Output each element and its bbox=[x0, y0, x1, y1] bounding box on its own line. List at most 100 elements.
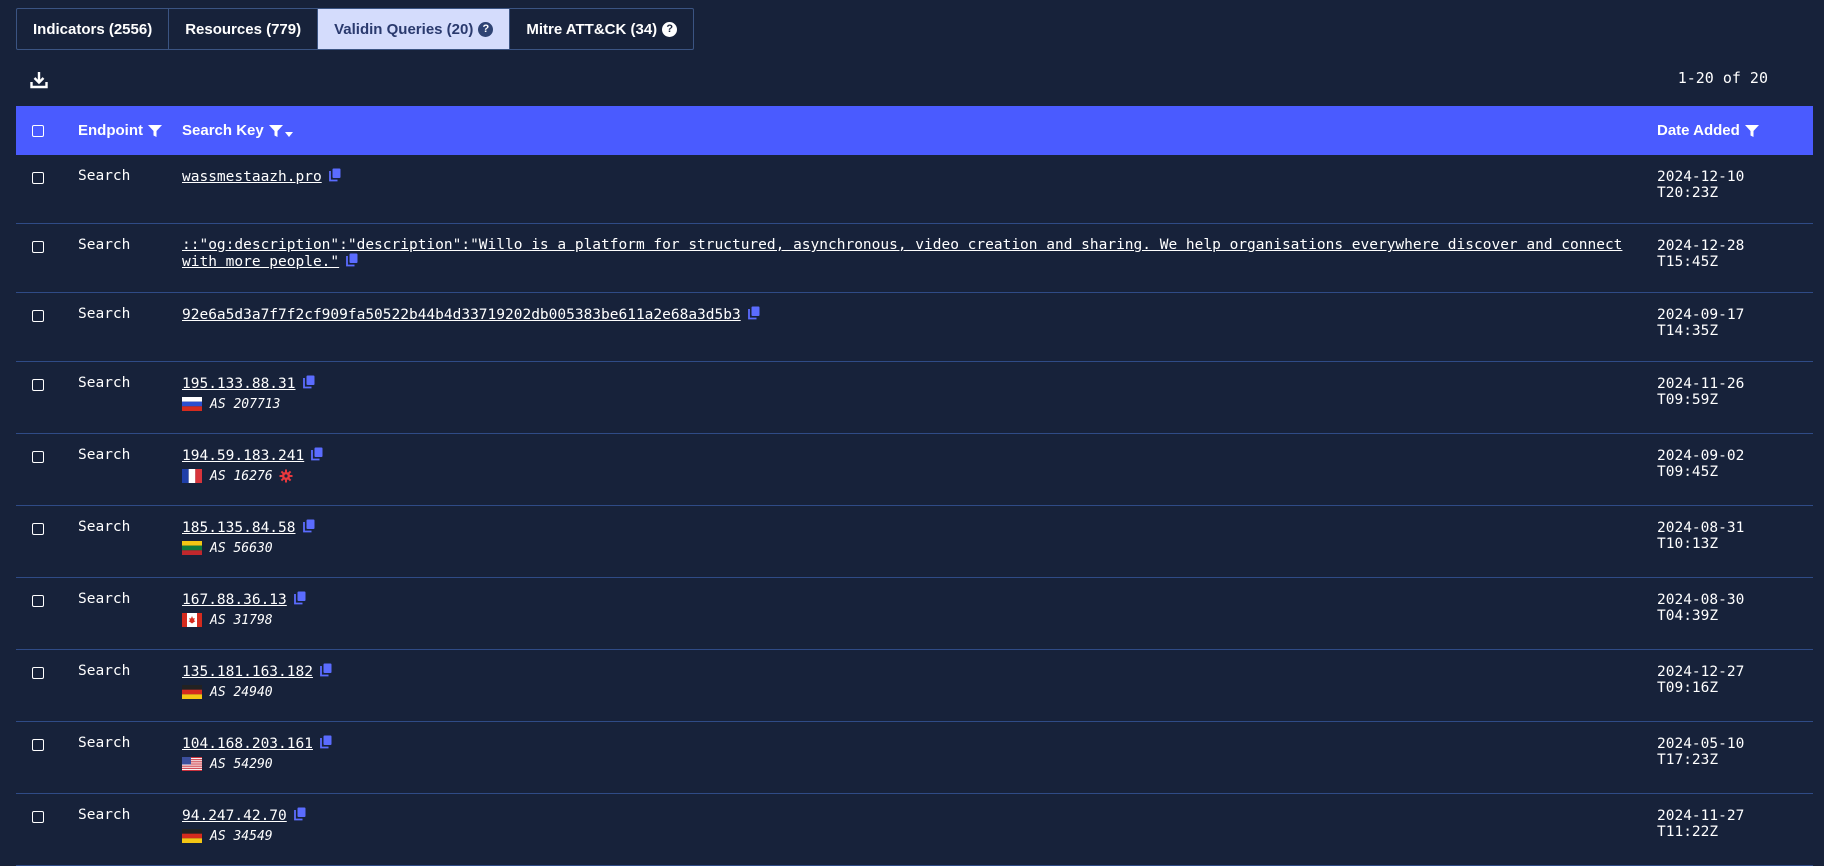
copy-icon[interactable] bbox=[747, 306, 760, 320]
row-checkbox[interactable] bbox=[32, 310, 44, 322]
flag-de-icon bbox=[182, 829, 202, 843]
column-label-search-key: Search Key bbox=[182, 122, 264, 139]
search-key-link[interactable]: wassmestaazh.pro bbox=[182, 169, 322, 185]
asn-info: AS 34549 bbox=[182, 829, 1632, 844]
filter-icon[interactable] bbox=[1744, 124, 1760, 138]
table-row[interactable]: Search 92e6a5d3a7f7f2cf909fa50522b44b4d33… bbox=[16, 293, 1813, 362]
row-checkbox[interactable] bbox=[32, 241, 44, 253]
help-icon[interactable]: ? bbox=[662, 21, 678, 37]
date-added-cell: 2024-05-10T17:23Z bbox=[1657, 736, 1745, 768]
table-row[interactable]: Search 135.181.163.182 AS 24940 2024-12-27T… bbox=[16, 650, 1813, 722]
filter-icon[interactable] bbox=[147, 124, 163, 138]
copy-icon[interactable] bbox=[320, 735, 332, 749]
copy-icon[interactable] bbox=[302, 375, 315, 389]
search-key-link[interactable]: 92e6a5d3a7f7f2cf909fa50522b44b4d33719202… bbox=[182, 307, 741, 323]
search-key-cell: 135.181.163.182 AS 24940 bbox=[182, 663, 1632, 700]
flag-fr-icon bbox=[182, 469, 202, 483]
copy-icon[interactable] bbox=[302, 519, 315, 533]
search-key-cell: wassmestaazh.pro bbox=[182, 168, 1632, 185]
tab-label: Validin Queries (20) bbox=[334, 20, 474, 38]
endpoint-cell: Search bbox=[78, 591, 131, 607]
select-all-checkbox[interactable] bbox=[32, 124, 44, 137]
help-icon[interactable]: ? bbox=[478, 21, 494, 37]
search-key-link[interactable]: 185.135.84.58 bbox=[182, 520, 296, 536]
row-checkbox[interactable] bbox=[32, 811, 44, 823]
search-key-link[interactable]: 167.88.36.13 bbox=[182, 592, 287, 608]
tab-indicators[interactable]: Indicators (2556) bbox=[17, 9, 170, 49]
row-checkbox[interactable] bbox=[32, 595, 44, 607]
endpoint-cell: Search bbox=[78, 663, 131, 679]
date-added-cell: 2024-09-17T14:35Z bbox=[1657, 307, 1745, 339]
date-added-cell: 2024-08-30T04:39Z bbox=[1657, 592, 1745, 624]
endpoint-cell: Search bbox=[78, 519, 131, 535]
flag-lt-icon bbox=[182, 541, 202, 555]
flag-us-icon bbox=[182, 757, 202, 771]
tab-validin-queries[interactable]: Validin Queries (20)? bbox=[318, 9, 511, 49]
endpoint-cell: Search bbox=[78, 447, 131, 463]
row-checkbox[interactable] bbox=[32, 523, 44, 535]
table-row[interactable]: Search wassmestaazh.pro 2024-12-10T20:23Z bbox=[16, 155, 1813, 224]
asn-label: AS 207713 bbox=[210, 396, 281, 412]
copy-icon[interactable] bbox=[346, 253, 358, 267]
search-key-link[interactable]: 195.133.88.31 bbox=[182, 376, 296, 392]
table-row[interactable]: Search::"og:description":"description":"… bbox=[16, 224, 1813, 293]
copy-icon[interactable] bbox=[320, 663, 332, 677]
search-key-cell: 185.135.84.58 AS 56630 bbox=[182, 519, 1632, 556]
table-body: Search wassmestaazh.pro 2024-12-10T20:23Z S… bbox=[16, 155, 1813, 866]
search-key-link[interactable]: 94.247.42.70 bbox=[182, 808, 287, 824]
row-checkbox[interactable] bbox=[32, 667, 44, 679]
copy-icon[interactable] bbox=[328, 168, 341, 182]
asn-label: AS 24940 bbox=[210, 684, 273, 700]
tab-label: Resources (779) bbox=[185, 20, 302, 38]
table-row[interactable]: Search 195.133.88.31 AS 207713 2024-11-26T0… bbox=[16, 362, 1813, 434]
search-key-link[interactable]: 194.59.183.241 bbox=[182, 448, 304, 464]
flag-ru-icon bbox=[182, 397, 202, 411]
flag-ca-icon bbox=[182, 613, 202, 627]
tab-resources[interactable]: Resources (779) bbox=[169, 9, 319, 49]
column-header-search-key[interactable]: Search Key bbox=[182, 106, 294, 155]
search-key-cell: 94.247.42.70 AS 34549 bbox=[182, 807, 1632, 844]
table-row[interactable]: Search 185.135.84.58 AS 56630 2024-08-31T10… bbox=[16, 506, 1813, 578]
search-key-link[interactable]: 135.181.163.182 bbox=[182, 664, 313, 680]
filter-icon[interactable] bbox=[268, 124, 284, 138]
column-label-endpoint: Endpoint bbox=[78, 122, 143, 139]
date-added-cell: 2024-12-27T09:16Z bbox=[1657, 664, 1745, 696]
queries-table: Endpoint Search Key Date Added Search was… bbox=[16, 106, 1813, 866]
column-label-date-added: Date Added bbox=[1657, 122, 1740, 139]
copy-icon[interactable] bbox=[293, 807, 306, 821]
asn-info: AS 54290 bbox=[182, 756, 1632, 772]
search-key-cell: 104.168.203.161 AS 54290 bbox=[182, 735, 1632, 772]
row-checkbox[interactable] bbox=[32, 172, 44, 184]
endpoint-cell: Search bbox=[78, 735, 131, 751]
asn-info: AS 56630 bbox=[182, 540, 1632, 556]
flag-de-icon bbox=[182, 685, 202, 699]
search-key-link[interactable]: ::"og:description":"description":"Willo … bbox=[182, 237, 1622, 270]
search-key-link[interactable]: 104.168.203.161 bbox=[182, 736, 313, 752]
row-checkbox[interactable] bbox=[32, 379, 44, 391]
row-checkbox[interactable] bbox=[32, 739, 44, 751]
row-checkbox[interactable] bbox=[32, 451, 44, 463]
download-icon[interactable] bbox=[29, 70, 49, 90]
endpoint-cell: Search bbox=[78, 375, 131, 391]
table-row[interactable]: Search 104.168.203.161 AS 54290 2024-05-10T… bbox=[16, 722, 1813, 794]
endpoint-cell: Search bbox=[78, 168, 131, 184]
asn-label: AS 56630 bbox=[210, 540, 273, 556]
date-added-cell: 2024-09-02T09:45Z bbox=[1657, 448, 1745, 480]
endpoint-cell: Search bbox=[78, 237, 131, 253]
column-header-date-added[interactable]: Date Added bbox=[1657, 106, 1760, 155]
tab-mitre-attack[interactable]: Mitre ATT&CK (34)? bbox=[510, 9, 693, 49]
asn-info: AS 31798 bbox=[182, 613, 1632, 628]
table-header: Endpoint Search Key Date Added bbox=[16, 106, 1813, 155]
date-added-cell: 2024-12-28T15:45Z bbox=[1657, 238, 1745, 270]
search-key-cell: 92e6a5d3a7f7f2cf909fa50522b44b4d33719202… bbox=[182, 306, 1632, 323]
copy-icon[interactable] bbox=[311, 447, 323, 461]
table-row[interactable]: Search 167.88.36.13 AS 31798 2024-08-30T04:… bbox=[16, 578, 1813, 650]
endpoint-cell: Search bbox=[78, 807, 131, 823]
sort-desc-icon[interactable] bbox=[284, 130, 294, 138]
copy-icon[interactable] bbox=[293, 591, 306, 605]
column-header-endpoint[interactable]: Endpoint bbox=[78, 106, 163, 155]
table-row[interactable]: Search 194.59.183.241 AS 16276 2024-09-02T0… bbox=[16, 434, 1813, 506]
asn-label: AS 54290 bbox=[210, 756, 273, 772]
table-row[interactable]: Search 94.247.42.70 AS 34549 2024-11-27T11:… bbox=[16, 794, 1813, 866]
tab-bar: Indicators (2556) Resources (779) Validin … bbox=[16, 8, 695, 50]
